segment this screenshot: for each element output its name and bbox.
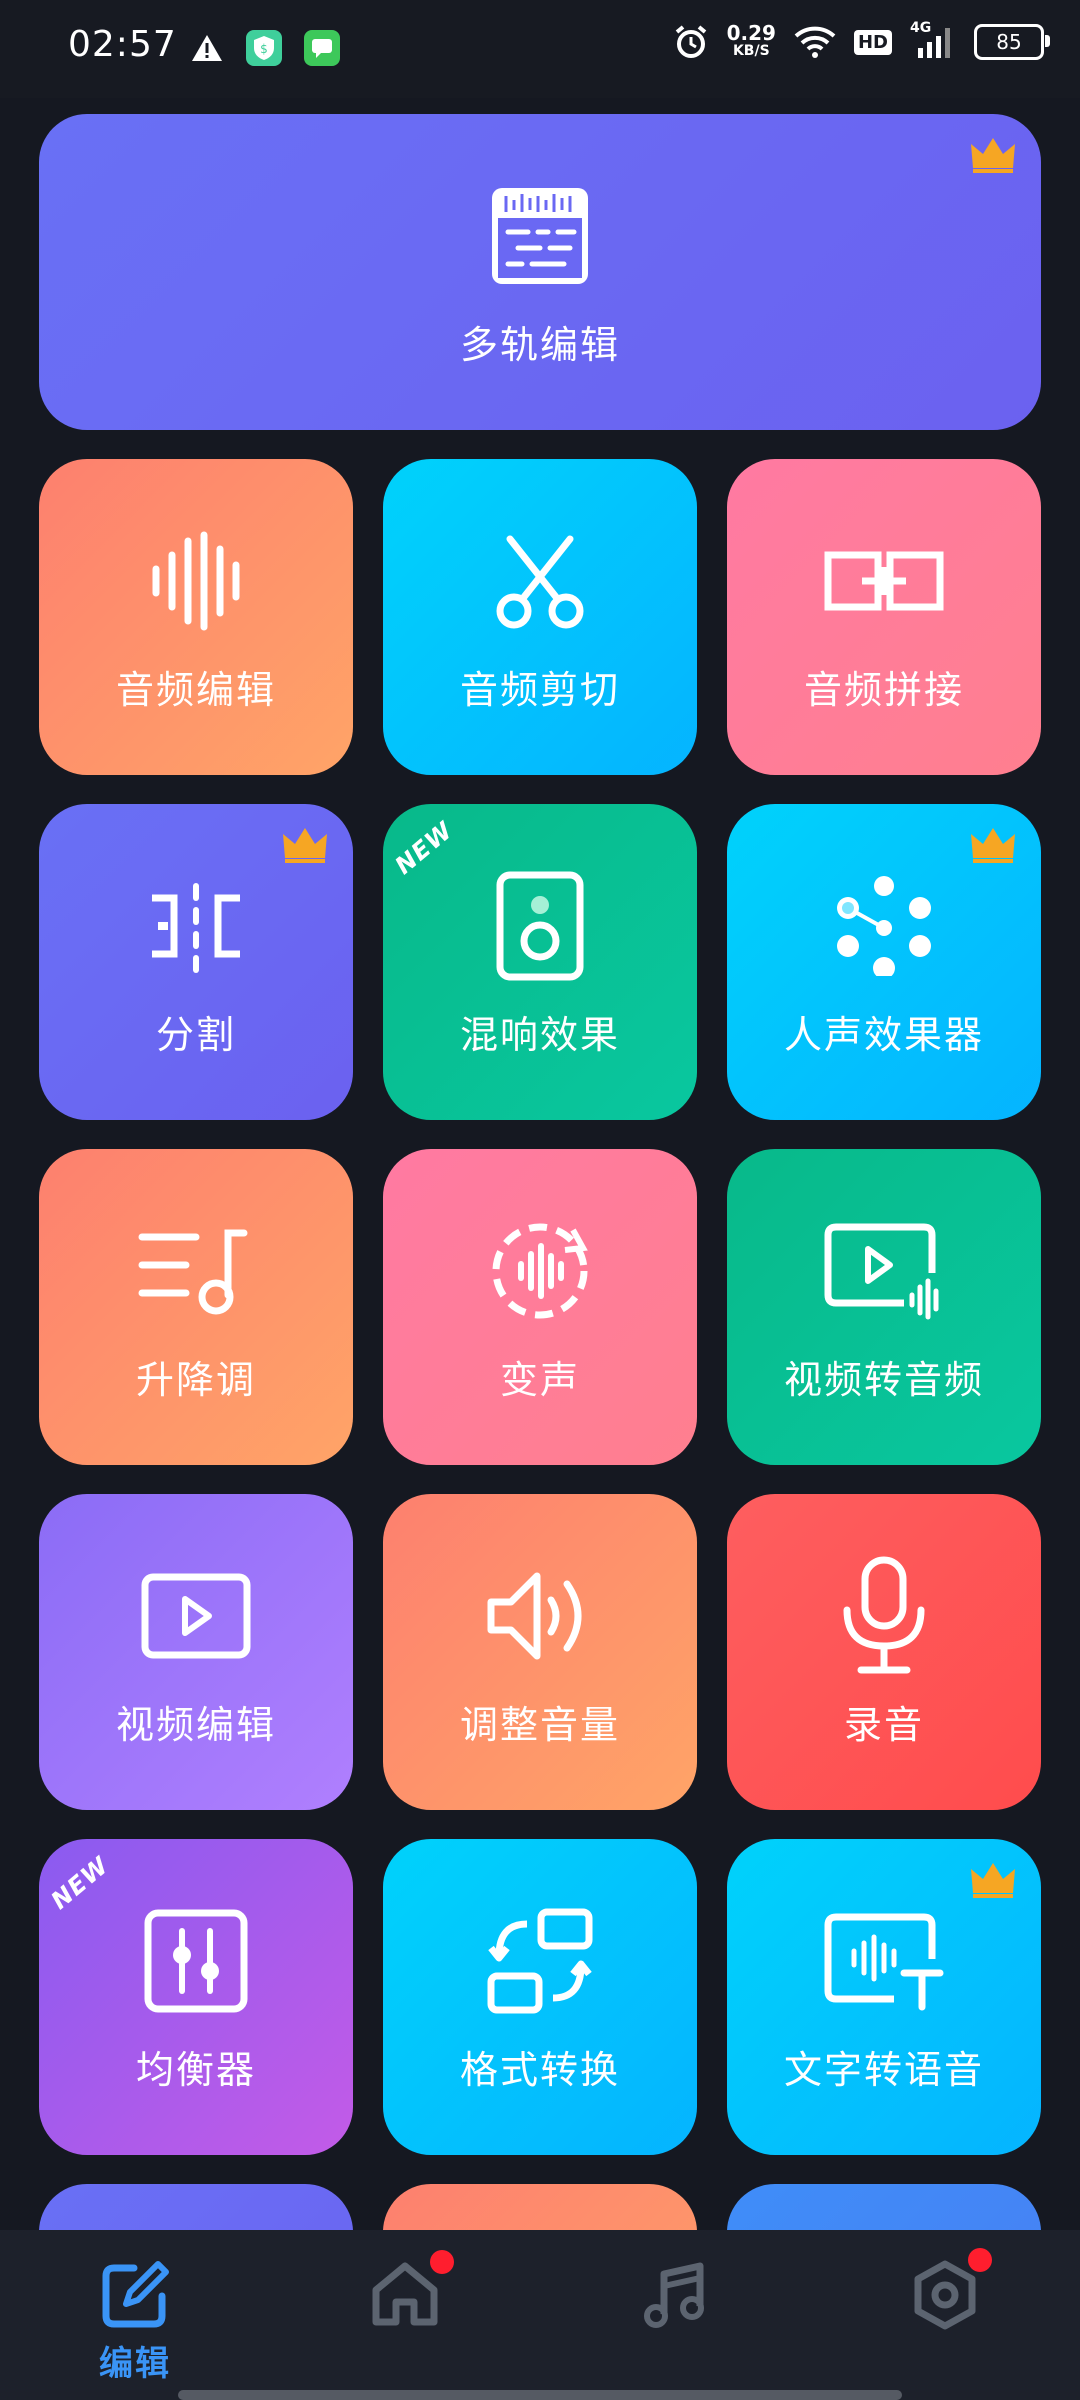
tool-record[interactable]: 录音 — [727, 1494, 1041, 1810]
network-speed: 0.29 KB/S — [726, 21, 776, 59]
tool-split[interactable]: 分割 — [39, 804, 353, 1120]
tool-label: 变声 — [499, 1357, 580, 1402]
music-icon — [644, 2262, 704, 2328]
nav-edit-label: 编辑 — [99, 2344, 171, 2384]
tool-label: 录音 — [843, 1702, 924, 1747]
warning-icon — [192, 35, 222, 61]
speaker-icon — [480, 866, 600, 986]
nav-home[interactable] — [270, 2230, 540, 2400]
microphone-icon — [824, 1556, 944, 1676]
waveform-icon — [136, 521, 256, 641]
home-icon — [372, 2262, 438, 2326]
tool-audio-cut[interactable]: 音频剪切 — [383, 459, 697, 775]
nav-edit[interactable]: 编辑 — [0, 2230, 270, 2400]
status-time: 02:57 — [68, 24, 177, 65]
tool-card-partial[interactable] — [383, 2184, 697, 2230]
tool-label: 文字转语音 — [783, 2047, 984, 2092]
tool-label: 视频转音频 — [783, 1357, 984, 1402]
tool-label: 视频编辑 — [115, 1702, 276, 1747]
crown-icon — [283, 828, 327, 863]
battery-icon: 85 — [974, 24, 1050, 60]
notification-badge — [430, 2250, 454, 2274]
video-audio-icon — [824, 1211, 944, 1331]
tool-format[interactable]: 格式转换 — [383, 1839, 697, 2155]
join-icon — [824, 521, 944, 641]
convert-icon — [480, 1901, 600, 2021]
gesture-bar — [178, 2390, 902, 2400]
alarm-icon — [675, 25, 706, 58]
notification-badge — [968, 2248, 992, 2272]
pitch-icon — [136, 1211, 256, 1331]
tool-vocal-fx[interactable]: 人声效果器 — [727, 804, 1041, 1120]
tool-card-partial[interactable] — [39, 2184, 353, 2230]
tool-volume[interactable]: 调整音量 — [383, 1494, 697, 1810]
shield-app-icon: $ — [246, 30, 282, 66]
tool-audio-join[interactable]: 音频拼接 — [727, 459, 1041, 775]
equalizer-icon — [136, 1901, 256, 2021]
tool-audio-edit[interactable]: 音频编辑 — [39, 459, 353, 775]
tool-video-edit[interactable]: 视频编辑 — [39, 1494, 353, 1810]
bottom-nav: 编辑 — [0, 2230, 1080, 2400]
video-icon — [136, 1556, 256, 1676]
multitrack-icon — [480, 176, 600, 296]
edit-icon — [102, 2261, 169, 2328]
dots-icon — [824, 866, 944, 986]
message-app-icon — [304, 30, 340, 66]
tool-label: 均衡器 — [135, 2047, 256, 2092]
svg-text:$: $ — [260, 42, 268, 56]
tool-label: 多轨编辑 — [459, 322, 620, 367]
new-badge: NEW — [389, 816, 459, 880]
tool-label: 调整音量 — [459, 1702, 620, 1747]
tool-label: 混响效果 — [459, 1012, 620, 1057]
nav-music[interactable] — [540, 2230, 810, 2400]
tool-label: 人声效果器 — [783, 1012, 984, 1057]
tool-label: 格式转换 — [459, 2047, 620, 2092]
tool-multitrack[interactable]: 多轨编辑 — [39, 114, 1041, 430]
tool-pitch[interactable]: 升降调 — [39, 1149, 353, 1465]
split-icon — [136, 866, 256, 986]
tool-label: 音频剪切 — [459, 667, 620, 712]
scissors-icon — [480, 521, 600, 641]
settings-icon — [914, 2260, 976, 2330]
hd-badge: HD — [853, 29, 892, 55]
tool-video-to-audio[interactable]: 视频转音频 — [727, 1149, 1041, 1465]
new-badge: NEW — [45, 1851, 115, 1915]
status-bar: 02:57 $ 0.29 KB/S HD 4G 85 — [0, 0, 1080, 98]
tool-label: 音频编辑 — [115, 667, 276, 712]
tool-label: 分割 — [155, 1012, 236, 1057]
wifi-icon — [794, 26, 836, 58]
tool-card-partial[interactable] — [727, 2184, 1041, 2230]
tool-label: 升降调 — [135, 1357, 256, 1402]
volume-icon — [480, 1556, 600, 1676]
tool-voice-change[interactable]: 变声 — [383, 1149, 697, 1465]
text-to-speech-icon — [824, 1901, 944, 2021]
tool-label: 音频拼接 — [803, 667, 964, 712]
tool-tts[interactable]: 文字转语音 — [727, 1839, 1041, 2155]
crown-icon — [971, 828, 1015, 863]
tool-equalizer[interactable]: NEW 均衡器 — [39, 1839, 353, 2155]
tools-grid[interactable]: 多轨编辑 音频编辑 音频剪切 音频拼接 分割 NEW 混响效果 人声效果器 升降… — [0, 98, 1080, 2230]
crown-icon — [971, 1863, 1015, 1898]
voice-change-icon — [480, 1211, 600, 1331]
tool-reverb[interactable]: NEW 混响效果 — [383, 804, 697, 1120]
crown-icon — [971, 138, 1015, 173]
nav-settings[interactable] — [810, 2230, 1080, 2400]
signal-icon: 4G — [910, 20, 956, 60]
